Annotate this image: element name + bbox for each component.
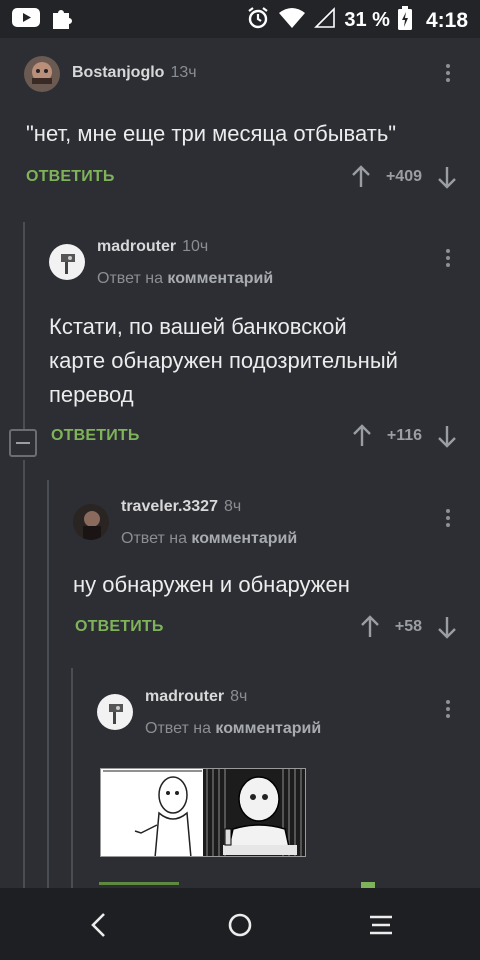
wifi-icon <box>278 7 306 34</box>
thread-line-1b <box>23 460 25 888</box>
downvote-icon[interactable] <box>436 165 458 189</box>
comment-text-line: карте обнаружен подозрительный <box>49 348 398 373</box>
avatar[interactable] <box>24 56 60 92</box>
status-bar: 31 % 4:18 <box>0 0 480 38</box>
downvote-icon[interactable] <box>436 615 458 639</box>
collapse-thread-button[interactable] <box>9 429 37 457</box>
more-options-icon[interactable] <box>438 246 458 272</box>
reply-target-link[interactable]: комментарий <box>191 530 297 547</box>
score: +409 <box>385 168 422 185</box>
comment-image[interactable] <box>100 768 306 857</box>
comment-author[interactable]: madrouter 8ч <box>145 688 247 706</box>
username[interactable]: madrouter <box>97 238 176 255</box>
comment-text: Кстати, по вашей банковской карте обнару… <box>49 310 469 412</box>
menu-icon[interactable] <box>361 908 401 942</box>
reply-target-link[interactable]: комментарий <box>215 720 321 737</box>
comment-author[interactable]: Bostanjoglo 13ч <box>72 64 197 82</box>
battery-percent: 31 % <box>344 9 390 31</box>
home-icon[interactable] <box>220 908 260 942</box>
signal-icon <box>314 7 336 34</box>
comment-time: 10ч <box>182 238 209 255</box>
comment-text: ну обнаружен и обнаружен <box>73 572 350 597</box>
comic-panel <box>101 769 204 856</box>
comment-time: 8ч <box>223 498 242 515</box>
avatar[interactable] <box>49 244 85 280</box>
score: +58 <box>394 618 422 635</box>
username[interactable]: madrouter <box>145 688 224 705</box>
vote-controls: +409 <box>350 165 458 189</box>
comment-text-line: перевод <box>49 382 134 407</box>
avatar[interactable] <box>97 694 133 730</box>
comment-text: "нет, мне еще три месяца отбывать" <box>26 121 397 146</box>
reply-to-label: Ответ на комментарий <box>121 530 297 548</box>
reply-button[interactable]: ОТВЕТИТЬ <box>75 618 164 636</box>
thread-line-2 <box>47 480 49 888</box>
comment-time: 13ч <box>170 64 197 81</box>
comment-author[interactable]: traveler.3327 8ч <box>121 498 241 516</box>
vote-controls: +58 <box>359 615 458 639</box>
puzzle-icon <box>50 6 74 35</box>
reply-target-link[interactable]: комментарий <box>167 270 273 287</box>
upvote-icon[interactable] <box>350 165 372 189</box>
username[interactable]: traveler.3327 <box>121 498 218 515</box>
system-nav-bar <box>0 888 480 960</box>
upvote-icon[interactable] <box>359 615 381 639</box>
username[interactable]: Bostanjoglo <box>72 64 164 81</box>
more-options-icon[interactable] <box>438 697 458 723</box>
vote-controls: +116 <box>351 424 458 448</box>
score: +116 <box>386 427 422 444</box>
reply-to-label: Ответ на комментарий <box>97 270 273 288</box>
avatar[interactable] <box>73 504 109 540</box>
more-options-icon[interactable] <box>438 61 458 87</box>
back-icon[interactable] <box>80 908 120 942</box>
comment-time: 8ч <box>230 688 248 705</box>
upvote-icon[interactable] <box>351 424 373 448</box>
thread-line-3 <box>71 668 73 888</box>
comment-text-line: Кстати, по вашей банковской <box>49 314 347 339</box>
reply-prefix: Ответ на <box>145 720 211 737</box>
youtube-icon <box>12 6 40 35</box>
reply-button[interactable]: ОТВЕТИТЬ <box>51 427 140 445</box>
clock: 4:18 <box>425 8 468 32</box>
comic-panel <box>203 769 305 856</box>
more-options-icon[interactable] <box>438 506 458 532</box>
alarm-icon <box>246 6 270 35</box>
thread-line-1 <box>23 222 25 432</box>
reply-button[interactable]: ОТВЕТИТЬ <box>26 168 115 186</box>
reply-to-label: Ответ на комментарий <box>145 720 321 738</box>
downvote-icon[interactable] <box>436 424 458 448</box>
reply-prefix: Ответ на <box>121 530 187 547</box>
comment-author[interactable]: madrouter 10ч <box>97 238 208 256</box>
battery-icon <box>397 6 412 35</box>
reply-prefix: Ответ на <box>97 270 163 287</box>
